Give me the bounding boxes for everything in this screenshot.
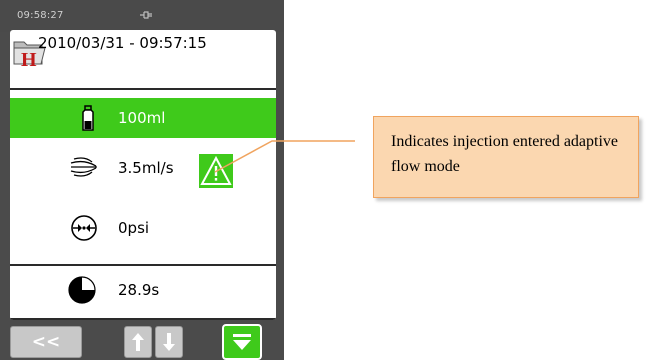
callout-text: Indicates injection entered adaptive flo… (391, 133, 619, 175)
callout-annotation: Indicates injection entered adaptive flo… (373, 116, 639, 198)
